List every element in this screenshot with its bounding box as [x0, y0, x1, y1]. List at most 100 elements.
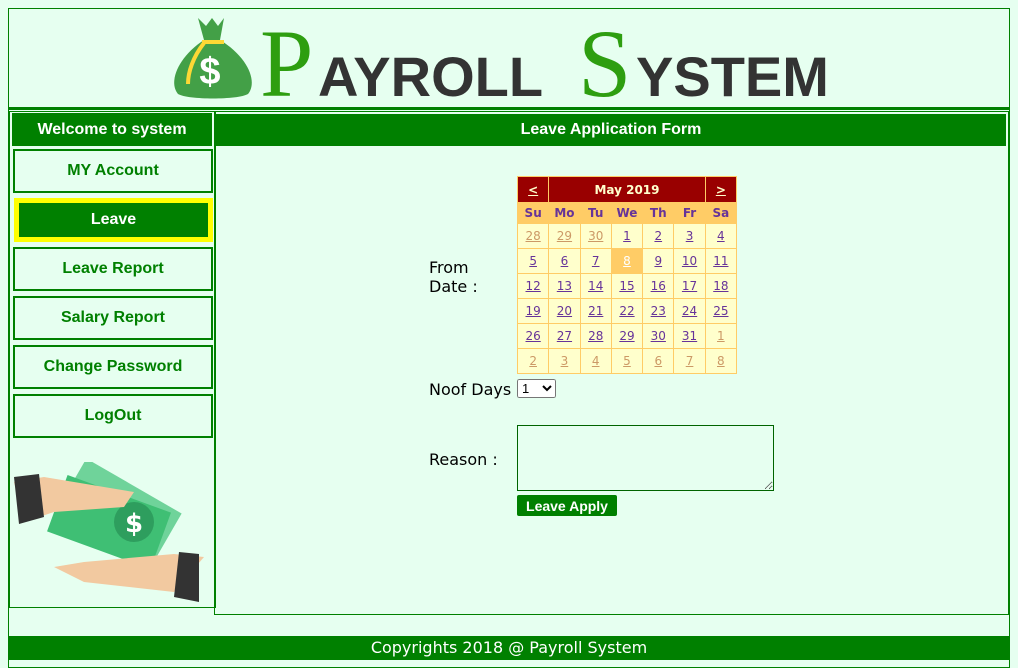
calendar-day[interactable]: 13 [548, 273, 581, 299]
calendar-day-link[interactable]: 8 [623, 254, 631, 268]
calendar-day-link[interactable]: 13 [557, 279, 572, 293]
calendar-day[interactable]: 29 [610, 323, 644, 349]
calendar-day[interactable]: 2 [642, 223, 675, 249]
calendar-day[interactable]: 7 [673, 348, 706, 374]
calendar-day[interactable]: 18 [704, 273, 738, 299]
calendar-day-link[interactable]: 1 [623, 229, 631, 243]
calendar-day-link[interactable]: 25 [713, 304, 728, 318]
calendar-day-link[interactable]: 17 [682, 279, 697, 293]
calendar-day[interactable]: 16 [642, 273, 675, 299]
calendar-day-link[interactable]: 5 [623, 354, 631, 368]
sidebar-item-leave-report[interactable]: Leave Report [13, 247, 213, 291]
sidebar-item-leave[interactable]: Leave [14, 198, 213, 242]
calendar-day-link[interactable]: 1 [717, 329, 725, 343]
calendar-day-link[interactable]: 15 [619, 279, 634, 293]
calendar-day-link[interactable]: 31 [682, 329, 697, 343]
calendar-day[interactable]: 8 [704, 348, 738, 374]
noof-days-select[interactable]: 1 [517, 379, 556, 398]
calendar-day[interactable]: 28 [516, 223, 550, 249]
calendar-day-link[interactable]: 16 [651, 279, 666, 293]
calendar-day-link[interactable]: 7 [686, 354, 694, 368]
calendar-day[interactable]: 10 [673, 248, 706, 274]
calendar-day-link[interactable]: 7 [592, 254, 600, 268]
calendar-day-link[interactable]: 6 [561, 254, 569, 268]
calendar-day[interactable]: 5 [610, 348, 644, 374]
calendar-day-link[interactable]: 2 [654, 229, 662, 243]
calendar-day[interactable]: 23 [642, 298, 675, 324]
calendar-day[interactable]: 17 [673, 273, 706, 299]
calendar-day-link[interactable]: 22 [619, 304, 634, 318]
calendar-day-link[interactable]: 26 [526, 329, 541, 343]
calendar-day-link[interactable]: 19 [526, 304, 541, 318]
next-month-link[interactable]: > [704, 176, 738, 203]
calendar-day-link[interactable]: 23 [651, 304, 666, 318]
calendar-day-link[interactable]: 5 [529, 254, 537, 268]
sidebar-item-logout[interactable]: LogOut [13, 394, 213, 438]
calendar-day[interactable]: 29 [548, 223, 581, 249]
calendar-day-link[interactable]: 9 [654, 254, 662, 268]
calendar-day[interactable]: 8 [610, 248, 644, 274]
calendar-day-link[interactable]: 14 [588, 279, 603, 293]
calendar-day[interactable]: 6 [642, 348, 675, 374]
date-picker-calendar: < May 2019 > Su Mo Tu We Th Fr Sa 28 29 30 1 2 3 4 5 6 7 8… [516, 176, 738, 374]
calendar-day-link[interactable]: 8 [717, 354, 725, 368]
calendar-day[interactable]: 3 [548, 348, 581, 374]
calendar-day[interactable]: 21 [579, 298, 612, 324]
calendar-day[interactable]: 25 [704, 298, 738, 324]
calendar-day-link[interactable]: 27 [557, 329, 572, 343]
calendar-day-link[interactable]: 24 [682, 304, 697, 318]
calendar-day[interactable]: 1 [704, 323, 738, 349]
sidebar-item-salary-report[interactable]: Salary Report [13, 296, 213, 340]
calendar-day[interactable]: 1 [610, 223, 644, 249]
calendar-day[interactable]: 20 [548, 298, 581, 324]
calendar-day[interactable]: 3 [673, 223, 706, 249]
sidebar-item-my-account[interactable]: MY Account [13, 149, 213, 193]
leave-apply-button[interactable]: Leave Apply [517, 495, 617, 516]
calendar-day[interactable]: 5 [516, 248, 550, 274]
calendar-day-link[interactable]: 3 [686, 229, 694, 243]
calendar-day[interactable]: 24 [673, 298, 706, 324]
calendar-day-link[interactable]: 30 [651, 329, 666, 343]
money-hands-illustration: $ [14, 462, 204, 602]
calendar-day[interactable]: 4 [704, 223, 738, 249]
calendar-day[interactable]: 30 [642, 323, 675, 349]
calendar-day-link[interactable]: 28 [526, 229, 541, 243]
calendar-day[interactable]: 4 [579, 348, 612, 374]
calendar-day-link[interactable]: 20 [557, 304, 572, 318]
calendar-day[interactable]: 15 [610, 273, 644, 299]
calendar-day-link[interactable]: 30 [588, 229, 603, 243]
calendar-day-link[interactable]: 21 [588, 304, 603, 318]
calendar-day[interactable]: 6 [548, 248, 581, 274]
calendar-day[interactable]: 14 [579, 273, 612, 299]
calendar-day[interactable]: 30 [579, 223, 612, 249]
calendar-day-link[interactable]: 2 [529, 354, 537, 368]
calendar-day[interactable]: 27 [548, 323, 581, 349]
calendar-day-link[interactable]: 29 [619, 329, 634, 343]
sidebar-item-change-password[interactable]: Change Password [13, 345, 213, 389]
calendar-day-link[interactable]: 6 [654, 354, 662, 368]
calendar-day[interactable]: 7 [579, 248, 612, 274]
calendar-day-link[interactable]: 18 [713, 279, 728, 293]
reason-textarea[interactable] [517, 425, 774, 491]
calendar-day[interactable]: 2 [516, 348, 550, 374]
calendar-day-link[interactable]: 12 [526, 279, 541, 293]
calendar-day-link[interactable]: 28 [588, 329, 603, 343]
calendar-day[interactable]: 12 [516, 273, 550, 299]
calendar-day-link[interactable]: 3 [561, 354, 569, 368]
calendar-day[interactable]: 28 [579, 323, 612, 349]
calendar-day[interactable]: 19 [516, 298, 550, 324]
calendar-day[interactable]: 11 [704, 248, 738, 274]
calendar-day[interactable]: 31 [673, 323, 706, 349]
calendar-day-link[interactable]: 29 [557, 229, 572, 243]
weekday-header: Fr [673, 202, 706, 224]
calendar-day-link[interactable]: 4 [717, 229, 725, 243]
from-date-label: From Date : [429, 258, 478, 296]
calendar-day[interactable]: 26 [516, 323, 550, 349]
prev-month-link[interactable]: < [516, 176, 550, 203]
calendar-day-link[interactable]: 4 [592, 354, 600, 368]
calendar-day-link[interactable]: 11 [713, 254, 728, 268]
calendar-day[interactable]: 22 [610, 298, 644, 324]
calendar-day-link[interactable]: 10 [682, 254, 697, 268]
svg-text:S: S [578, 12, 631, 100]
calendar-day[interactable]: 9 [642, 248, 675, 274]
